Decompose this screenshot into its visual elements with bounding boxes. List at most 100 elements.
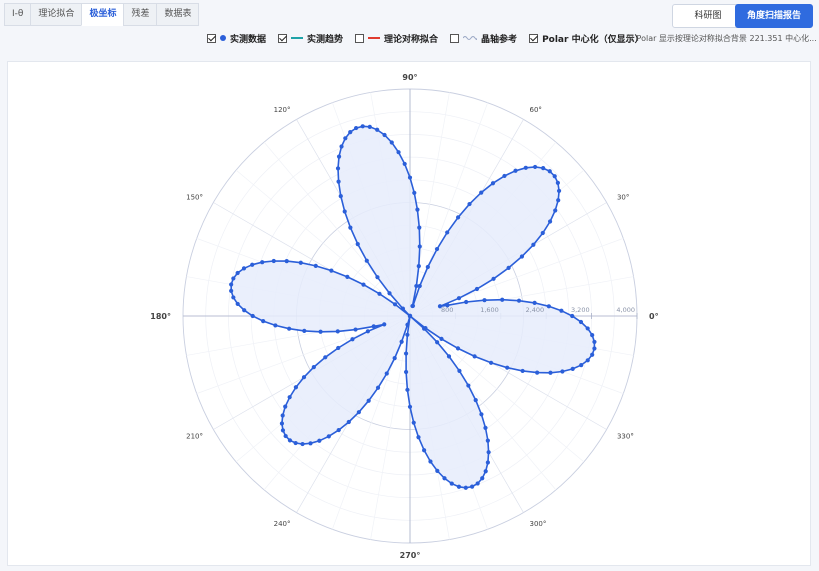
measured-data-point <box>411 420 416 425</box>
measured-data-point <box>317 438 322 443</box>
measured-data-point <box>231 295 236 300</box>
measured-data-point <box>302 328 307 333</box>
measured-data-point <box>516 298 522 303</box>
measured-data-point <box>455 215 461 220</box>
measured-data-point <box>445 230 450 235</box>
legend-theory-fit-checkbox[interactable] <box>355 33 365 43</box>
legend-polar-center-checkbox[interactable] <box>529 33 539 43</box>
measured-data-point <box>483 425 488 430</box>
measured-data-point <box>338 194 343 199</box>
legend-crystal-axis[interactable]: 晶轴参考 <box>450 32 517 45</box>
measured-data-point <box>585 358 590 363</box>
legend-label: 理论对称拟合 <box>384 34 439 45</box>
measured-data-point <box>547 169 552 174</box>
legend-measured-data-checkbox[interactable] <box>207 33 216 43</box>
angle-tick-label: 270° <box>400 551 421 560</box>
measured-data-point <box>389 140 394 145</box>
measured-data-point <box>336 179 341 184</box>
angle-tick-label: 60° <box>530 106 542 114</box>
measured-data-point <box>456 296 462 301</box>
measured-data-point <box>375 127 380 132</box>
tab-theory-fit[interactable]: 理论拟合 <box>30 3 82 26</box>
measured-data-point <box>392 355 397 361</box>
scan-report-button[interactable]: 角度扫描报告 <box>735 4 813 28</box>
measured-data-point <box>417 244 422 249</box>
measured-data-point <box>301 375 307 380</box>
measured-data-point <box>353 327 358 332</box>
measured-data-point <box>502 173 507 179</box>
measured-data-point <box>488 360 494 365</box>
angle-tick-label: 30° <box>617 194 629 202</box>
measured-data-point <box>532 164 538 170</box>
measured-data-point <box>423 325 428 331</box>
measured-data-point <box>273 323 278 328</box>
measured-data-point <box>505 365 510 370</box>
measured-data-point <box>261 319 266 324</box>
legend-crystal-axis-checkbox[interactable] <box>450 33 460 43</box>
measured-data-point <box>472 354 477 359</box>
measured-data-point <box>470 484 475 489</box>
legend-measured-trend-checkbox[interactable] <box>278 33 288 43</box>
measured-data-point <box>535 370 540 375</box>
angle-tick-label: 210° <box>186 433 203 441</box>
measured-data-point <box>229 288 234 293</box>
measured-data-point <box>548 370 553 375</box>
measured-data-point <box>405 322 410 327</box>
dot-swatch-icon <box>220 35 226 41</box>
measured-data-point <box>260 260 265 265</box>
measured-data-point <box>308 441 313 446</box>
measured-data-point <box>241 266 247 271</box>
measured-data-point <box>546 304 551 309</box>
measured-data-point <box>506 265 511 270</box>
measured-data-point <box>523 165 528 170</box>
measured-data-point <box>365 329 371 334</box>
legend-label: 晶轴参考 <box>481 34 518 45</box>
measured-data-point <box>382 322 387 327</box>
measured-data-point <box>283 404 288 409</box>
measured-data-point <box>464 299 469 305</box>
tab-residual[interactable]: 残差 <box>123 3 157 26</box>
measured-data-point <box>367 124 372 129</box>
measured-data-point <box>485 438 490 443</box>
measured-data-point <box>284 259 289 264</box>
measured-data-point <box>519 254 525 259</box>
measured-data-point <box>283 433 288 439</box>
measured-data-point <box>552 174 557 179</box>
measured-data-point <box>547 219 553 224</box>
research-figure-button[interactable]: 科研图 <box>672 4 744 28</box>
measured-data-point <box>407 313 413 319</box>
measured-data-point <box>579 362 584 368</box>
measured-data-point <box>336 427 341 433</box>
measured-data-point <box>570 366 575 371</box>
measured-data-point <box>400 306 405 311</box>
measured-data-point <box>382 132 387 138</box>
measured-data-point <box>293 385 299 390</box>
measured-data-point <box>405 332 410 337</box>
measured-data-point <box>513 168 518 173</box>
measured-data-point <box>361 282 366 287</box>
legend-theory-fit[interactable]: 理论对称拟合 <box>355 32 438 45</box>
measured-data-point <box>407 404 413 409</box>
measured-data-point <box>439 336 444 341</box>
angle-tick-label: 90° <box>402 73 417 82</box>
measured-data-point <box>434 246 440 252</box>
measured-data-point <box>416 435 421 440</box>
tab-data-table[interactable]: 数据表 <box>156 3 200 26</box>
measured-data-point <box>463 485 468 490</box>
measured-data-point <box>235 270 240 276</box>
measured-data-point <box>473 398 478 403</box>
measured-data-point <box>336 345 341 351</box>
radial-tick-label: 800 <box>441 306 453 314</box>
angle-tick-label: 300° <box>530 520 547 528</box>
measured-data-point <box>229 282 234 287</box>
radial-tick-label: 1,600 <box>480 306 499 314</box>
measured-data-point <box>449 481 454 486</box>
tab-i-theta[interactable]: I-θ <box>4 3 31 26</box>
measured-data-point <box>313 263 318 268</box>
measured-data-point <box>250 262 255 267</box>
legend-measured-data[interactable]: 实测数据 <box>207 32 266 45</box>
tab-polar[interactable]: 极坐标 <box>81 3 124 26</box>
measured-data-point <box>417 225 422 230</box>
legend-measured-trend[interactable]: 实测趋势 <box>278 32 343 45</box>
measured-data-point <box>271 258 276 264</box>
